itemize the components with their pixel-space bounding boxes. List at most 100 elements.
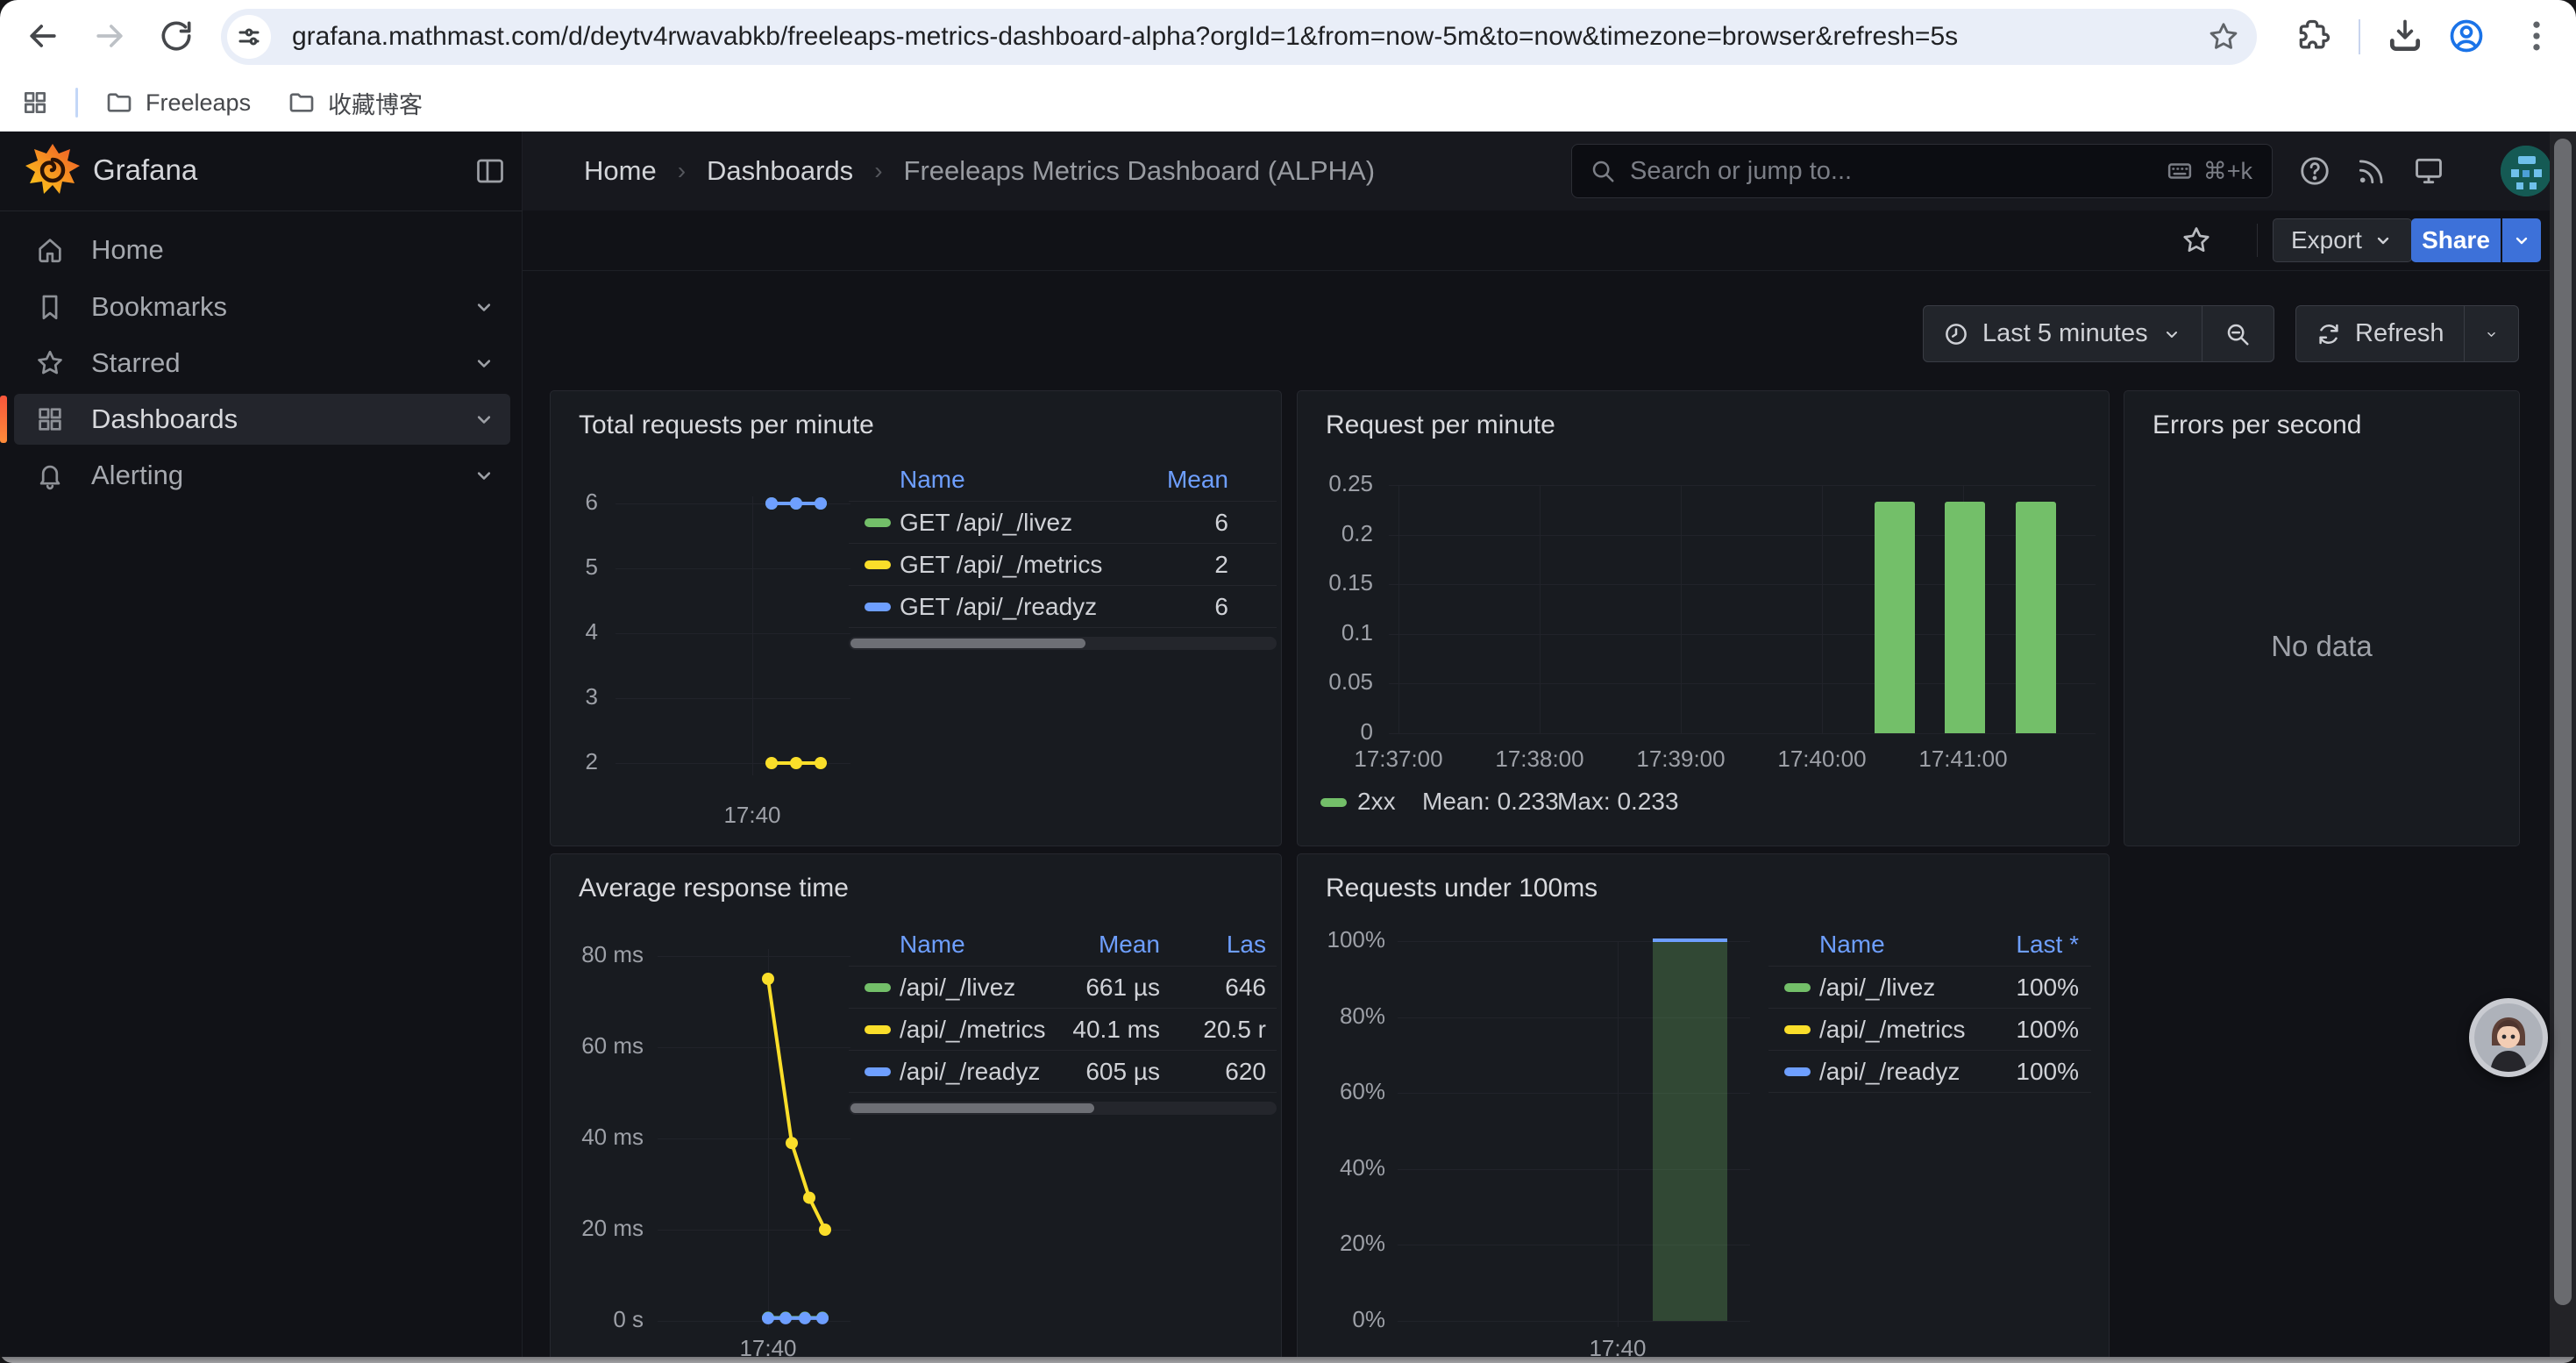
- y-axis-tick: 80%: [1305, 1003, 1385, 1030]
- legend-row[interactable]: GET /api/_/readyz6: [849, 586, 1277, 628]
- total-requests-chart: 6543217:40NameMeanGET /api/_/livez6GET /…: [551, 391, 1281, 846]
- browser-window: grafana.mathmast.com/d/deytv4rwavabkb/fr…: [0, 0, 2576, 1363]
- bookmarks-bar: Freeleaps 收藏博客: [0, 74, 2576, 132]
- data-point: [765, 757, 778, 769]
- legend-row[interactable]: GET /api/_/metrics2: [849, 544, 1277, 586]
- data-point: [790, 497, 802, 510]
- series-pill: [865, 603, 891, 611]
- share-button[interactable]: Share: [2411, 218, 2501, 262]
- panel-errors-per-second: Errors per second No data: [2124, 390, 2520, 846]
- favorite-star-button[interactable]: [2174, 218, 2218, 262]
- series-value: 100%: [2016, 974, 2079, 1002]
- breadcrumb-dashboards[interactable]: Dashboards: [707, 155, 853, 187]
- sidebar-item-label: Dashboards: [91, 403, 238, 435]
- series-name: GET /api/_/metrics: [900, 551, 1102, 579]
- legend-row[interactable]: /api/_/livez661 µs646: [849, 967, 1277, 1009]
- legend-row[interactable]: /api/_/metrics100%: [1768, 1009, 2091, 1051]
- share-dropdown-button[interactable]: [2502, 218, 2541, 262]
- zoom-out-button[interactable]: [2202, 306, 2274, 361]
- chevron-down-icon: [2511, 230, 2532, 251]
- sidebar-collapse-button[interactable]: [468, 149, 512, 193]
- bookmark-folder-freeleaps[interactable]: Freeleaps: [91, 81, 265, 125]
- sidebar-item-alerting[interactable]: Alerting: [14, 450, 510, 501]
- series-pill: [1784, 1067, 1811, 1076]
- sidebar-item-starred[interactable]: Starred: [14, 338, 510, 389]
- actions-divider: [2257, 224, 2258, 257]
- area-fill[interactable]: [1653, 941, 1727, 1321]
- refresh-interval-dropdown[interactable]: [2464, 306, 2518, 361]
- bar[interactable]: [2016, 502, 2056, 733]
- data-point: [790, 757, 802, 769]
- dashboards-grid-icon: [35, 404, 65, 434]
- legend-scrollbar[interactable]: [849, 637, 1277, 650]
- panel-total-requests: Total requests per minute 6543217:40Name…: [550, 390, 1282, 846]
- bookmark-star-icon[interactable]: [2202, 16, 2245, 58]
- sidebar-item-bookmarks[interactable]: Bookmarks: [14, 282, 510, 332]
- legend-row[interactable]: /api/_/readyz100%: [1768, 1051, 2091, 1093]
- chevron-down-icon[interactable]: [472, 407, 496, 432]
- page-scrollbar[interactable]: [2550, 132, 2576, 1363]
- y-axis-tick: 40%: [1305, 1154, 1385, 1181]
- legend-row[interactable]: /api/_/readyz605 µs620: [849, 1051, 1277, 1093]
- series-max: Max: 0.233: [1557, 788, 1679, 816]
- display-icon[interactable]: [2406, 148, 2451, 194]
- gridline: [1398, 485, 1399, 733]
- legend-row[interactable]: /api/_/metrics40.1 ms20.5 r: [849, 1009, 1277, 1051]
- chevron-down-icon[interactable]: [472, 463, 496, 488]
- series-value: 605 µs: [1085, 1058, 1160, 1086]
- gridline: [752, 496, 753, 775]
- legend-col-value: Las: [1227, 931, 1266, 959]
- sidebar-item-home[interactable]: Home: [14, 225, 510, 275]
- scrollbar-thumb[interactable]: [2554, 139, 2572, 1305]
- bookmark-label: 收藏博客: [328, 86, 423, 120]
- chevron-down-icon[interactable]: [472, 295, 496, 319]
- search-input[interactable]: Search or jump to... ⌘+k: [1571, 144, 2273, 198]
- browser-menu-button[interactable]: [2511, 11, 2562, 61]
- export-button[interactable]: Export: [2273, 218, 2412, 262]
- site-settings-icon[interactable]: [227, 15, 271, 59]
- panel-title[interactable]: Errors per second: [2153, 410, 2361, 440]
- legend-scrollbar[interactable]: [849, 1102, 1277, 1115]
- chevron-down-icon: [2161, 324, 2182, 345]
- assistant-avatar-button[interactable]: [2469, 998, 2548, 1077]
- series-value: 6: [1214, 593, 1228, 621]
- x-axis-tick: 17:40:00: [1747, 746, 1896, 773]
- legend-table: NameMeanLas/api/_/livez661 µs646/api/_/m…: [849, 923, 1277, 1115]
- legend-row[interactable]: GET /api/_/livez6: [849, 502, 1277, 544]
- news-rss-icon[interactable]: [2349, 148, 2395, 194]
- downloads-button[interactable]: [2380, 11, 2430, 61]
- legend-row[interactable]: /api/_/livez100%: [1768, 967, 2091, 1009]
- profile-button[interactable]: [2441, 11, 2492, 61]
- extensions-icon[interactable]: [2288, 11, 2339, 61]
- panel-request-per-minute: Request per minute 0.250.20.150.10.05017…: [1297, 390, 2110, 846]
- bar[interactable]: [1875, 502, 1915, 733]
- back-button[interactable]: [18, 11, 68, 61]
- series-value: 661 µs: [1085, 974, 1160, 1002]
- bookmark-folder-blogs[interactable]: 收藏博客: [274, 81, 437, 125]
- time-range-button[interactable]: Last 5 minutes: [1924, 306, 2202, 361]
- y-axis-tick: 20%: [1305, 1230, 1385, 1257]
- gridline: [1389, 584, 2096, 585]
- user-avatar[interactable]: [2501, 146, 2551, 196]
- forward-button[interactable]: [84, 11, 135, 61]
- apps-grid-icon[interactable]: [7, 81, 63, 125]
- address-bar[interactable]: grafana.mathmast.com/d/deytv4rwavabkb/fr…: [221, 9, 2257, 65]
- x-axis-tick: 17:41:00: [1889, 746, 2038, 773]
- x-axis-tick: 17:40: [678, 802, 827, 829]
- series-value: 6: [1214, 509, 1228, 537]
- legend-col-value: Mean: [1099, 931, 1160, 959]
- sidebar-item-label: Bookmarks: [91, 291, 227, 323]
- y-axis-tick: 6: [558, 489, 598, 516]
- grafana-app: Grafana Home Bookmarks Starred Dashboard…: [0, 132, 2576, 1363]
- series-pill: [1320, 798, 1347, 807]
- series-value: 40.1 ms: [1072, 1016, 1160, 1044]
- bar[interactable]: [1945, 502, 1985, 733]
- refresh-button[interactable]: Refresh: [2296, 306, 2464, 361]
- search-icon: [1590, 158, 1616, 184]
- chevron-down-icon[interactable]: [472, 351, 496, 375]
- help-icon[interactable]: [2292, 148, 2338, 194]
- reload-button[interactable]: [151, 11, 202, 61]
- sidebar-item-dashboards[interactable]: Dashboards: [14, 394, 510, 445]
- search-placeholder: Search or jump to...: [1630, 157, 1852, 186]
- breadcrumb-home[interactable]: Home: [584, 155, 657, 187]
